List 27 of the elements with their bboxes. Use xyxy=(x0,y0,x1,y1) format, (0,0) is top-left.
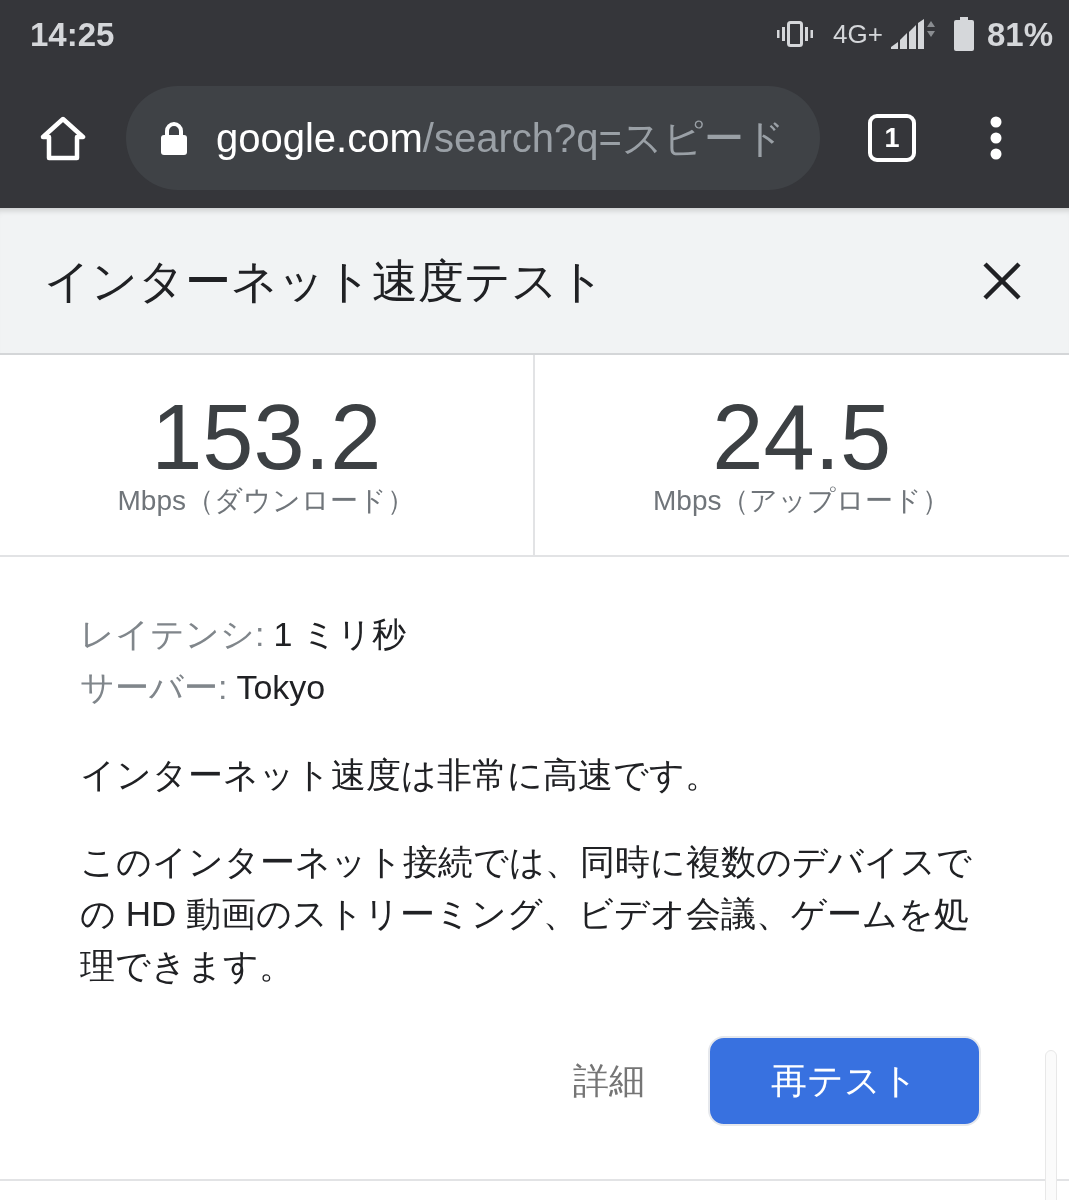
speed-summary: インターネット速度は非常に高速です。 xyxy=(80,754,721,796)
battery-percent: 81% xyxy=(986,17,1053,51)
vibrate-icon xyxy=(777,21,814,47)
speed-value: 153.2 xyxy=(151,391,382,483)
lock-icon xyxy=(160,121,188,155)
speed-unit: Mbps（アップロード） xyxy=(653,484,951,518)
home-icon[interactable] xyxy=(40,115,86,161)
tab-switcher-button[interactable]: 1 xyxy=(868,114,916,162)
detail-label: レイテンシ: xyxy=(80,614,265,655)
speed-value: 24.5 xyxy=(712,391,892,483)
signal-icon xyxy=(890,19,935,49)
url-path: /search?q=スピード xyxy=(422,118,785,158)
retest-button[interactable]: 再テスト xyxy=(708,1036,981,1126)
network-type: 4G+ xyxy=(833,21,883,47)
more-menu-icon[interactable] xyxy=(990,116,1002,160)
status-time: 14:25 xyxy=(30,17,115,51)
detail-value: 1 ミリ秒 xyxy=(273,614,406,655)
detail-value: Tokyo xyxy=(236,667,326,708)
speed-description: このインターネット接続では、同時に複数のデバイスでの HD 動画のストリーミング、ビデオ会議、ゲームを処理できます。 xyxy=(80,841,973,987)
close-icon[interactable] xyxy=(983,261,1021,300)
address-bar[interactable]: google.com/search?q=スピード xyxy=(126,86,820,190)
url-host: google.com xyxy=(216,118,423,158)
detail-label: サーバー: xyxy=(80,667,228,708)
details-button[interactable]: 詳細 xyxy=(557,1036,661,1126)
dialog-title: インターネット速度テスト xyxy=(44,257,605,304)
speed-unit: Mbps（ダウンロード） xyxy=(117,484,415,518)
battery-icon xyxy=(952,17,975,51)
